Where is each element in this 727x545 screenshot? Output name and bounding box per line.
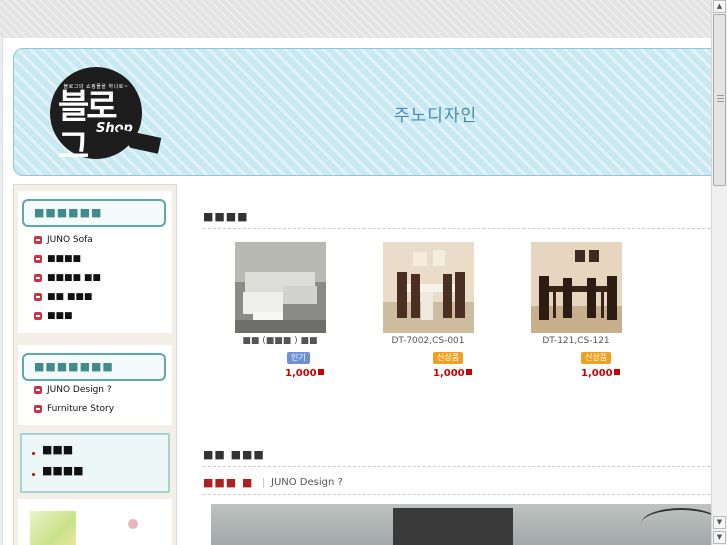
info-box: ■■■ ■■■■ bbox=[20, 433, 170, 493]
post-category-label: ■■■ ■ bbox=[203, 476, 254, 489]
section-divider bbox=[203, 228, 713, 229]
blog-menu-title-text: ■■■■■■■ bbox=[34, 360, 114, 373]
category-box: ■■■■■■ JUNO Sofa ■■■■ ■■■■ ■■ ■■ ■■■ ■■■ bbox=[18, 191, 172, 333]
category-item[interactable]: JUNO Sofa bbox=[34, 233, 101, 252]
info-item-label: ■■■ bbox=[42, 443, 74, 456]
post-divider bbox=[203, 494, 713, 495]
info-item[interactable]: ■■■■ bbox=[32, 464, 84, 485]
blog-menu-box: ■■■■■■■ JUNO Design ? Furniture Story bbox=[18, 345, 172, 425]
grip-line bbox=[717, 98, 724, 99]
shop-title[interactable]: 주노디자인 bbox=[394, 101, 477, 126]
blog-menu-item[interactable]: JUNO Design ? bbox=[34, 383, 114, 402]
category-box-title: ■■■■■■ bbox=[22, 199, 166, 227]
blog-menu: JUNO Design ? Furniture Story bbox=[34, 383, 114, 421]
decor-box bbox=[18, 499, 172, 545]
top-strip bbox=[0, 0, 712, 38]
category-title-text: ■■■■■■ bbox=[34, 206, 103, 219]
lamp-shape bbox=[641, 508, 713, 540]
blog-menu-item-label: JUNO Design ? bbox=[47, 385, 112, 395]
blog-menu-box-title: ■■■■■■■ bbox=[22, 353, 166, 381]
price-text: 1,000 bbox=[285, 368, 317, 379]
product-tag: 신상품 bbox=[581, 352, 612, 364]
price-icon bbox=[317, 369, 324, 375]
product-image-dining-set[interactable] bbox=[383, 242, 474, 333]
decor-image bbox=[30, 511, 76, 545]
scroll-down-arrow-icon[interactable]: ▼ bbox=[713, 516, 726, 529]
grip-line bbox=[717, 101, 724, 102]
scroll-thumb[interactable] bbox=[713, 14, 726, 186]
category-item-label: ■■ ■■■ bbox=[47, 292, 93, 302]
page: 블로그의 쇼핑몰을 하나로~ 블로그 Shop 주노디자인 ■■■■■■ JUN… bbox=[2, 38, 713, 545]
product-price: 1,000 bbox=[581, 368, 620, 379]
category-item[interactable]: ■■ ■■■ bbox=[34, 290, 101, 309]
section-title-blog: ■■ ■■■ bbox=[203, 448, 265, 461]
category-item[interactable]: ■■■ bbox=[34, 309, 101, 328]
info-item[interactable]: ■■■ bbox=[32, 443, 84, 464]
post-image[interactable] bbox=[211, 504, 713, 545]
product-name[interactable]: DT-7002,CS-001 bbox=[363, 336, 493, 346]
product-image-dining-table[interactable] bbox=[531, 242, 622, 333]
product-name[interactable]: DT-121,CS-121 bbox=[511, 336, 641, 346]
info-list: ■■■ ■■■■ bbox=[32, 443, 84, 485]
grip-line bbox=[717, 95, 724, 96]
scroll-down-arrow-icon-2[interactable]: ▼ bbox=[713, 531, 726, 544]
dot-icon bbox=[32, 452, 35, 455]
bullet-icon bbox=[34, 386, 42, 394]
category-menu: JUNO Sofa ■■■■ ■■■■ ■■ ■■ ■■■ ■■■ bbox=[34, 233, 101, 328]
dot-icon bbox=[32, 473, 35, 476]
category-item-label: ■■■■ ■■ bbox=[47, 273, 101, 283]
price-text: 1,000 bbox=[433, 368, 465, 379]
product-tag: 신상품 bbox=[433, 352, 464, 364]
post-separator bbox=[263, 478, 264, 488]
category-item-label: ■■■ bbox=[47, 311, 73, 321]
blog-menu-item[interactable]: Furniture Story bbox=[34, 402, 114, 421]
bullet-icon bbox=[34, 236, 42, 244]
product-image-sofa[interactable] bbox=[235, 242, 326, 333]
category-item[interactable]: ■■■■ ■■ bbox=[34, 271, 101, 290]
bullet-icon bbox=[34, 255, 42, 263]
bullet-icon bbox=[34, 405, 42, 413]
info-item-label: ■■■■ bbox=[42, 464, 84, 477]
category-item[interactable]: ■■■■ bbox=[34, 252, 101, 271]
category-item-label: ■■■■ bbox=[47, 254, 82, 264]
bullet-icon bbox=[34, 312, 42, 320]
price-icon bbox=[465, 369, 472, 375]
product-price: 1,000 bbox=[285, 368, 324, 379]
product-tag: 인기 bbox=[287, 352, 310, 364]
flower-icon bbox=[128, 519, 138, 529]
price-icon bbox=[613, 369, 620, 375]
product-price: 1,000 bbox=[433, 368, 472, 379]
post-image-shadow bbox=[393, 508, 513, 545]
scroll-up-arrow-icon[interactable]: ▲ bbox=[713, 0, 726, 13]
blog-menu-item-label: Furniture Story bbox=[47, 404, 115, 414]
bullet-icon bbox=[34, 274, 42, 282]
bullet-icon bbox=[34, 293, 42, 301]
section-title-new: ■■■■ bbox=[203, 210, 249, 223]
vertical-scrollbar[interactable]: ▲ ▼ ▼ bbox=[711, 0, 727, 545]
section-divider bbox=[203, 466, 713, 467]
category-item-label: JUNO Sofa bbox=[47, 235, 93, 245]
post-title-link[interactable]: JUNO Design ? bbox=[271, 477, 343, 488]
left-sidebar: ■■■■■■ JUNO Sofa ■■■■ ■■■■ ■■ ■■ ■■■ ■■■… bbox=[13, 184, 177, 545]
product-name[interactable]: ■■ (■■■ ) ■■ bbox=[215, 336, 345, 346]
header-banner: 블로그의 쇼핑몰을 하나로~ 블로그 Shop 주노디자인 bbox=[13, 48, 713, 176]
price-text: 1,000 bbox=[581, 368, 613, 379]
